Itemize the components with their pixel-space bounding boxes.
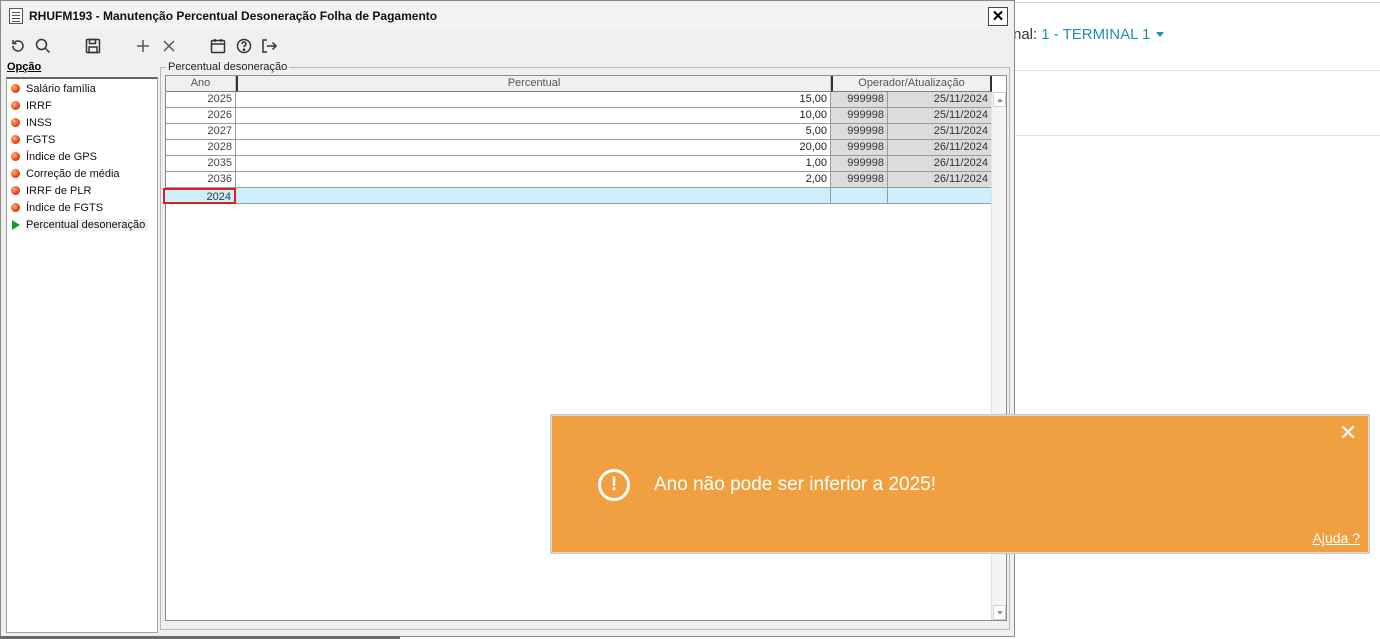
caret-down-icon[interactable] (1156, 31, 1165, 37)
column-header-operador[interactable]: Operador/Atualização (831, 76, 992, 92)
help-icon[interactable] (233, 35, 255, 57)
bullet-icon (11, 135, 20, 144)
cell-percentual[interactable]: 2,00 (236, 172, 831, 188)
table-row[interactable]: 2036 2,00 999998 26/11/2024 16:06:39 (166, 172, 992, 200)
help-link[interactable]: Ajuda ? (1313, 530, 1360, 546)
bullet-icon (11, 203, 20, 212)
search-icon[interactable] (32, 35, 54, 57)
sidebar-item-salario-familia[interactable]: Salário família (11, 80, 96, 97)
column-header-ano[interactable]: Ano (166, 76, 236, 92)
cell-ano[interactable]: 2028 (166, 140, 236, 156)
error-toast: ✕ ! Ano não pode ser inferior a 2025! Aj… (551, 415, 1369, 553)
scroll-down-icon[interactable] (993, 605, 1006, 620)
cell-operador (831, 188, 888, 204)
bullet-icon (11, 186, 20, 195)
sidebar-item-label: IRRF (26, 99, 52, 112)
terminal-value[interactable]: 1 - TERMINAL 1 (1041, 26, 1150, 43)
cell-operador: 999998 (831, 108, 888, 124)
cell-percentual[interactable] (236, 188, 831, 204)
divider (1013, 135, 1380, 136)
sidebar-item-fgts[interactable]: FGTS (11, 131, 55, 148)
table-row-new[interactable]: 2024 (163, 188, 992, 204)
table-row[interactable]: 2027 5,00 999998 25/11/2024 10:13:29 (166, 124, 992, 152)
sidebar-item-label: Correção de média (26, 167, 120, 180)
calendar-icon[interactable] (207, 35, 229, 57)
cell-ano[interactable]: 2035 (166, 156, 236, 172)
title-bar[interactable]: RHUFM193 - Manutenção Percentual Desoner… (3, 3, 1012, 29)
table-row[interactable]: 2026 10,00 999998 25/11/2024 10:13:29 (166, 108, 992, 136)
undo-icon[interactable] (7, 35, 29, 57)
sidebar-item-indice-gps[interactable]: Índice de GPS (11, 148, 97, 165)
cell-operador: 999998 (831, 140, 888, 156)
sidebar-item-percentual-desoneracao[interactable]: Percentual desoneração (11, 216, 149, 233)
cell-atualizacao: 25/11/2024 10:13:29 (888, 124, 992, 152)
toolbar (3, 31, 1012, 59)
bullet-icon (11, 169, 20, 178)
sidebar: Salário família IRRF INSS FGTS Índice de… (6, 77, 158, 633)
divider (1013, 70, 1380, 71)
sidebar-item-label: Percentual desoneração (26, 218, 149, 231)
sidebar-item-label: INSS (26, 116, 52, 129)
sidebar-item-label: Índice de FGTS (26, 201, 104, 214)
cell-ano-editing[interactable]: 2024 (163, 188, 236, 204)
sidebar-item-label: Índice de GPS (26, 150, 97, 163)
cell-ano[interactable]: 2026 (166, 108, 236, 124)
cell-percentual[interactable]: 5,00 (236, 124, 831, 140)
cell-ano[interactable]: 2036 (166, 172, 236, 188)
table-row[interactable]: 2025 15,00 999998 25/11/2024 10:13:29 (166, 92, 992, 120)
sidebar-item-irrf-plr[interactable]: IRRF de PLR (11, 182, 91, 199)
terminal-label: nal: (1013, 25, 1038, 43)
cell-atualizacao: 26/11/2024 16:06:39 (888, 172, 992, 200)
toast-message: Ano não pode ser inferior a 2025! (654, 474, 937, 495)
cell-percentual[interactable]: 20,00 (236, 140, 831, 156)
sidebar-item-irrf[interactable]: IRRF (11, 97, 52, 114)
group-legend: Percentual desoneração (166, 61, 290, 73)
cell-atualizacao (888, 188, 992, 204)
window-title: RHUFM193 - Manutenção Percentual Desoner… (29, 9, 438, 23)
sidebar-item-indice-fgts[interactable]: Índice de FGTS (11, 199, 103, 216)
document-icon (9, 8, 23, 24)
save-icon[interactable] (82, 35, 104, 57)
sidebar-item-label: Salário família (26, 82, 96, 95)
scroll-up-icon[interactable] (993, 92, 1006, 107)
add-icon[interactable] (132, 35, 154, 57)
cell-percentual[interactable]: 10,00 (236, 108, 831, 124)
cell-atualizacao: 25/11/2024 10:13:29 (888, 108, 992, 136)
terminal-selector[interactable]: nal: 1 - TERMINAL 1 (1013, 22, 1165, 46)
delete-icon[interactable] (158, 35, 180, 57)
cell-percentual[interactable]: 15,00 (236, 92, 831, 108)
column-header-percentual[interactable]: Percentual (236, 76, 831, 92)
bullet-icon (11, 84, 20, 93)
sidebar-header: Opção (7, 61, 42, 73)
close-icon[interactable]: ✕ (1338, 422, 1358, 444)
cell-atualizacao: 26/11/2024 16:06:39 (888, 156, 992, 184)
alert-icon: ! (598, 469, 630, 501)
bullet-icon (11, 118, 20, 127)
bullet-icon (11, 101, 20, 110)
sidebar-item-inss[interactable]: INSS (11, 114, 52, 131)
cell-operador: 999998 (831, 172, 888, 188)
cell-operador: 999998 (831, 124, 888, 140)
divider (1013, 2, 1380, 3)
exit-icon[interactable] (258, 35, 280, 57)
bullet-icon (11, 152, 20, 161)
cell-ano[interactable]: 2027 (166, 124, 236, 140)
table-row[interactable]: 2035 1,00 999998 26/11/2024 16:06:39 (166, 156, 992, 184)
cell-percentual[interactable]: 1,00 (236, 156, 831, 172)
cell-atualizacao: 25/11/2024 10:13:29 (888, 92, 992, 120)
play-arrow-icon (12, 219, 20, 230)
close-window-button[interactable]: ✕ (988, 7, 1008, 26)
cell-operador: 999998 (831, 92, 888, 108)
table-row[interactable]: 2028 20,00 999998 26/11/2024 16:06:10 (166, 140, 992, 168)
sidebar-item-label: FGTS (26, 133, 56, 146)
cell-atualizacao: 26/11/2024 16:06:10 (888, 140, 992, 168)
cell-ano[interactable]: 2025 (166, 92, 236, 108)
sidebar-item-label: IRRF de PLR (26, 184, 92, 197)
sidebar-item-correcao-media[interactable]: Correção de média (11, 165, 120, 182)
cell-operador: 999998 (831, 156, 888, 172)
